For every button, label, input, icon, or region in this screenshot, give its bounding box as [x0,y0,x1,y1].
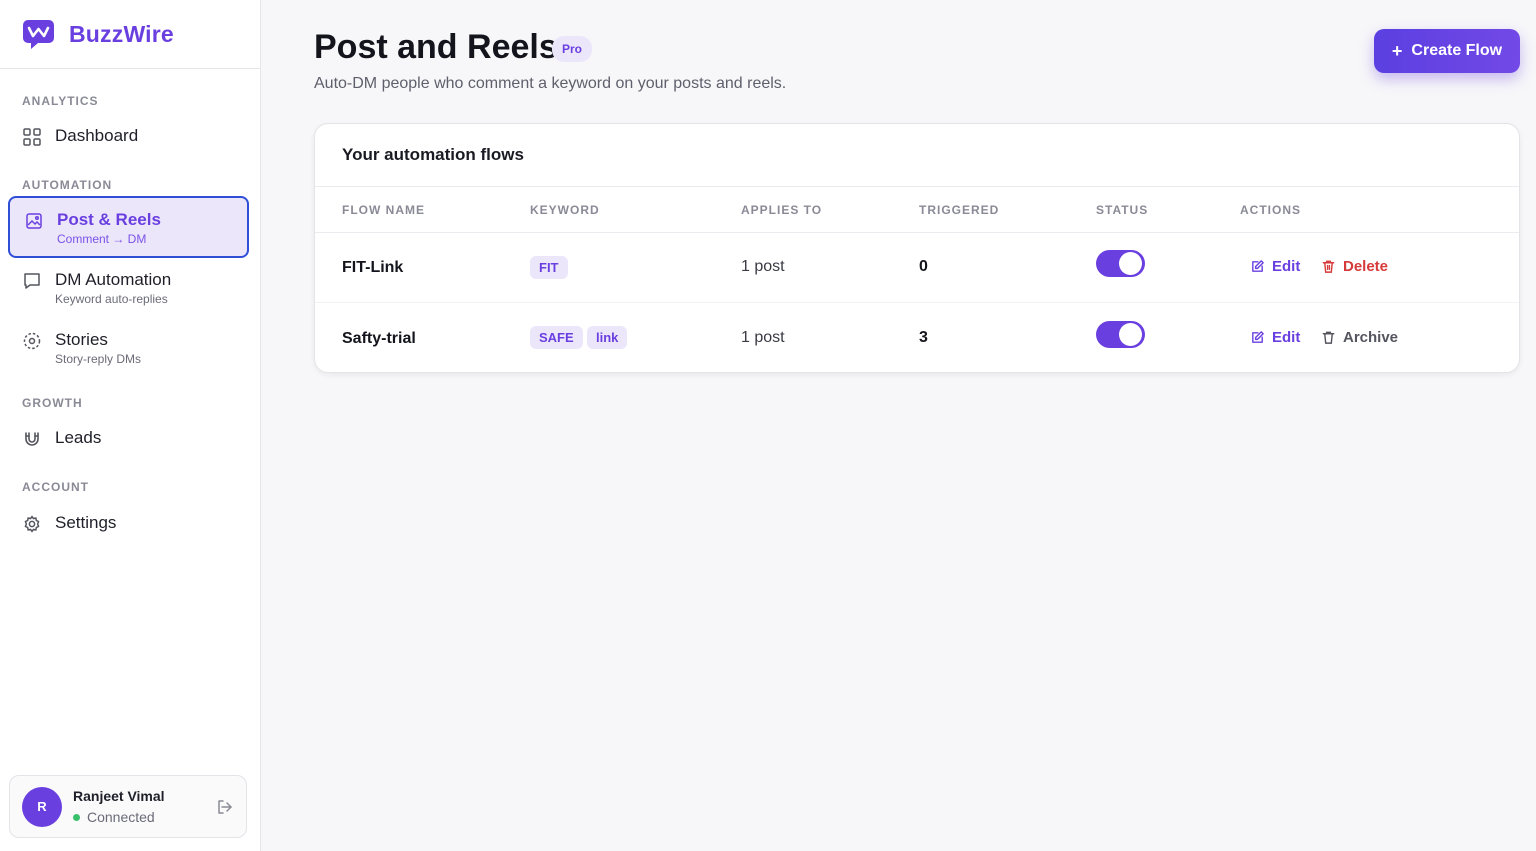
archive-icon [1322,331,1335,344]
card-title: Your automation flows [342,145,524,164]
triggered-count: 3 [919,329,928,346]
logout-icon[interactable] [216,798,234,816]
applies-to: 1 post [741,258,785,275]
keyword-tag: SAFE [530,326,583,349]
toggle-knob [1119,323,1142,346]
sidebar-item-stories[interactable]: Stories Story-reply DMs [8,329,249,366]
image-icon [24,211,44,231]
story-icon [22,331,42,351]
section-analytics: ANALYTICS [22,94,99,108]
archive-button[interactable]: Archive [1321,329,1398,346]
column-header-status: STATUS [1096,203,1149,217]
keyword-tag: link [587,326,628,349]
status-dot-icon [73,813,80,821]
create-flow-label: Create Flow [1411,42,1503,59]
magnet-icon [22,429,42,449]
sidebar-item-dm-automation[interactable]: DM Automation Keyword auto-replies [8,269,249,306]
sidebar-item-label: Settings [55,513,117,532]
divider [315,186,1519,187]
column-header-triggered: TRIGGERED [919,203,1000,217]
toggle-knob [1119,252,1142,275]
status-toggle[interactable] [1096,321,1145,348]
brand-name: BuzzWire [69,20,174,47]
column-header-keyword: KEYWORD [530,203,600,217]
sidebar-item-label: DM Automation [55,270,172,289]
flow-name[interactable]: Safty-trial [342,330,416,348]
sidebar-item-sub: Comment → DM [57,232,147,246]
edit-label: Edit [1272,258,1301,275]
page-title: Post and Reels [314,28,558,66]
applies-to: 1 post [741,329,785,346]
user-name: Ranjeet Vimal [73,788,165,804]
column-header-actions: ACTIONS [1240,203,1301,217]
edit-icon [1252,260,1264,272]
sidebar-item-label: Dashboard [55,126,139,145]
sidebar-item-sub: Keyword auto-replies [55,292,168,306]
edit-label: Edit [1272,329,1301,346]
edit-icon [1252,331,1264,343]
logo-icon [23,20,54,49]
sidebar: BuzzWire ANALYTICS Dashboard AUTOMATION … [0,0,261,851]
avatar: R [22,786,62,827]
user-card: R Ranjeet Vimal Connected [9,775,247,838]
delete-label: Delete [1343,258,1389,275]
delete-button[interactable]: Delete [1321,258,1388,275]
create-flow-button[interactable]: + Create Flow [1374,29,1520,73]
connection-status: Connected [73,809,165,825]
sidebar-item-label: Post & Reels [57,210,161,229]
section-growth: GROWTH [22,396,83,410]
sidebar-item-post-reels[interactable]: Post & Reels Comment → DM [8,196,249,258]
column-header-flow-name: FLOW NAME [342,203,425,217]
pro-badge: Pro [552,36,593,62]
connection-status-label: Connected [87,809,155,825]
sidebar-item-settings[interactable]: Settings [8,512,249,534]
sidebar-item-leads[interactable]: Leads [8,427,249,449]
gear-icon [22,514,42,534]
page-subtitle: Auto-DM people who comment a keyword on … [314,75,787,92]
sidebar-item-label: Stories [55,330,108,349]
sidebar-item-label: Leads [55,428,102,447]
column-header-applies-to: APPLIES TO [741,203,823,217]
sidebar-item-dashboard[interactable]: Dashboard [8,125,249,147]
plus-icon: + [1391,40,1403,61]
triggered-count: 0 [919,258,928,275]
archive-label: Archive [1343,329,1399,346]
status-toggle[interactable] [1096,250,1145,277]
flow-name[interactable]: FIT-Link [342,259,403,277]
edit-button[interactable]: Edit [1250,329,1300,346]
section-account: ACCOUNT [22,480,89,494]
divider [315,232,1519,233]
brand[interactable]: BuzzWire [0,0,260,69]
trash-icon [1322,260,1335,273]
sidebar-item-sub: Story-reply DMs [55,352,142,366]
section-automation: AUTOMATION [22,178,113,192]
grid-icon [22,127,42,147]
divider [315,302,1519,303]
message-icon [22,271,42,291]
edit-button[interactable]: Edit [1250,258,1300,275]
keyword-tag: FIT [530,256,568,279]
flows-card: Your automation flows FLOW NAME KEYWORD … [314,123,1520,373]
